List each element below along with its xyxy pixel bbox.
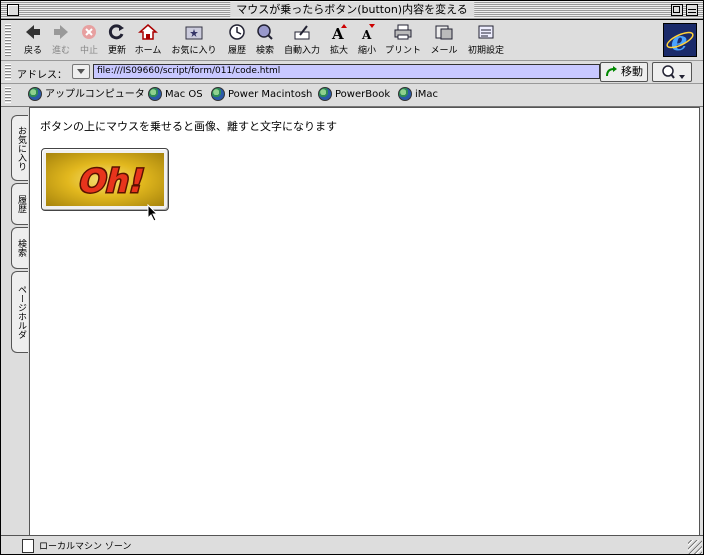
address-bar: アドレス： file:///IS09660/script/form/011/co… xyxy=(1,61,703,84)
text-larger-button-label: 拡大 xyxy=(329,46,348,56)
autofill-icon xyxy=(292,23,312,41)
favorite-label: Power Macintosh xyxy=(228,89,313,100)
address-label: アドレス： xyxy=(17,70,67,81)
mail-button-label: メール xyxy=(430,46,458,56)
autofill-button-label: 自動入力 xyxy=(283,46,320,56)
toolbar-grip[interactable] xyxy=(5,24,11,56)
oh-image-text: Oh! xyxy=(75,162,149,199)
history-button[interactable]: 履歴 xyxy=(225,23,249,57)
zoom-box[interactable] xyxy=(671,4,683,16)
text-smaller-icon: A xyxy=(357,23,377,42)
mail-icon xyxy=(434,23,454,41)
home-icon xyxy=(138,23,158,41)
content-area: お気に入り 履歴 検索 ページホルダ ボタンの上にマウスを乗せると画像、離すと文… xyxy=(1,107,703,536)
favorites-icon xyxy=(184,23,204,41)
favorite-label: アップルコンピュータ xyxy=(45,89,145,100)
refresh-button[interactable]: 更新 xyxy=(105,23,129,57)
side-tab-favorites[interactable]: お気に入り xyxy=(11,115,28,181)
preferences-button[interactable]: 初期設定 xyxy=(465,23,507,57)
print-button[interactable]: プリント xyxy=(383,23,423,57)
favorite-label: Mac OS xyxy=(165,89,203,100)
explorer-side-tabs: お気に入り 履歴 検索 ページホルダ xyxy=(1,107,29,535)
globe-icon xyxy=(318,87,332,101)
svg-text:A: A xyxy=(361,28,372,41)
go-arrow-icon xyxy=(604,65,618,79)
ie-logo-icon[interactable]: e xyxy=(663,23,697,57)
favorite-imac[interactable]: iMac xyxy=(398,87,438,103)
home-button[interactable]: ホーム xyxy=(133,23,163,57)
text-larger-icon: A xyxy=(329,23,349,43)
forward-button[interactable]: 進む xyxy=(49,23,73,57)
print-button-label: プリント xyxy=(384,46,421,56)
back-button[interactable]: 戻る xyxy=(21,23,45,57)
oh-image-button[interactable]: Oh! xyxy=(41,148,169,211)
text-smaller-button[interactable]: A 縮小 xyxy=(355,23,379,57)
search-dropdown-button[interactable] xyxy=(652,62,692,82)
favorites-bar: アップルコンピュータ Mac OS Power Macintosh PowerB… xyxy=(1,84,703,107)
home-button-label: ホーム xyxy=(134,46,162,56)
globe-icon xyxy=(398,87,412,101)
window-title: マウスが乗ったらボタン(button)内容を変える xyxy=(230,2,474,17)
close-box[interactable] xyxy=(7,4,19,16)
page-instruction-text: ボタンの上にマウスを乗せると画像、離すと文字になります xyxy=(40,120,337,133)
favorite-power-macintosh[interactable]: Power Macintosh xyxy=(211,87,312,103)
status-text: ローカルマシン ゾーン xyxy=(39,542,132,552)
preferences-icon xyxy=(476,23,496,41)
favorites-button[interactable]: お気に入り xyxy=(169,23,219,57)
history-button-label: 履歴 xyxy=(227,46,246,56)
mail-button[interactable]: メール xyxy=(429,23,459,57)
preferences-button-label: 初期設定 xyxy=(467,46,504,56)
refresh-button-label: 更新 xyxy=(107,46,126,56)
autofill-button[interactable]: 自動入力 xyxy=(281,23,323,57)
resize-grip[interactable] xyxy=(688,540,702,554)
local-zone-icon xyxy=(22,539,34,553)
search-icon xyxy=(255,23,275,41)
address-bar-grip[interactable] xyxy=(5,64,11,80)
globe-icon xyxy=(28,87,42,101)
favorite-label: PowerBook xyxy=(335,89,391,100)
stop-button-label: 中止 xyxy=(79,46,98,56)
svg-text:e: e xyxy=(671,27,688,56)
back-button-label: 戻る xyxy=(23,46,42,56)
address-input[interactable]: file:///IS09660/script/form/011/code.htm… xyxy=(93,64,600,79)
favorite-powerbook[interactable]: PowerBook xyxy=(318,87,390,103)
print-icon xyxy=(393,23,413,41)
oh-image: Oh! xyxy=(46,153,164,206)
side-tab-search[interactable]: 検索 xyxy=(11,227,28,269)
globe-icon xyxy=(148,87,162,101)
go-button[interactable]: 移動 xyxy=(600,62,648,82)
text-larger-button[interactable]: A 拡大 xyxy=(327,23,351,57)
search-button-label: 検索 xyxy=(255,46,274,56)
stop-icon xyxy=(79,23,99,41)
status-bar: ローカルマシン ゾーン xyxy=(1,535,703,554)
side-tab-page-holder[interactable]: ページホルダ xyxy=(11,271,28,353)
toolbar: 戻る 進む 中止 更新 ホーム お気に入り 履歴 検索 自動入力 A 拡大 A … xyxy=(1,20,703,61)
address-history-dropdown[interactable] xyxy=(72,64,90,79)
favorite-label: iMac xyxy=(415,89,439,100)
title-bar[interactable]: マウスが乗ったらボタン(button)内容を変える xyxy=(1,1,703,20)
browser-window: マウスが乗ったらボタン(button)内容を変える 戻る 進む 中止 更新 ホー… xyxy=(0,0,704,555)
history-icon xyxy=(227,23,247,41)
magnifier-icon xyxy=(653,65,689,84)
mouse-cursor-icon xyxy=(147,203,159,225)
text-smaller-button-label: 縮小 xyxy=(357,46,376,56)
go-button-label: 移動 xyxy=(621,65,643,78)
back-arrow-icon xyxy=(23,23,43,41)
forward-button-label: 進む xyxy=(51,46,70,56)
favorite-apple[interactable]: アップルコンピュータ xyxy=(28,87,145,103)
web-page: ボタンの上にマウスを乗せると画像、離すと文字になります Oh! xyxy=(29,107,700,536)
collapse-box[interactable] xyxy=(686,4,698,16)
favorites-bar-grip[interactable] xyxy=(5,87,11,103)
search-button[interactable]: 検索 xyxy=(253,23,277,57)
side-tab-history[interactable]: 履歴 xyxy=(11,183,28,225)
refresh-icon xyxy=(107,23,127,41)
globe-icon xyxy=(211,87,225,101)
stop-button[interactable]: 中止 xyxy=(77,23,101,57)
forward-arrow-icon xyxy=(51,23,71,41)
favorites-button-label: お気に入り xyxy=(171,46,217,56)
favorite-mac-os[interactable]: Mac OS xyxy=(148,87,203,103)
